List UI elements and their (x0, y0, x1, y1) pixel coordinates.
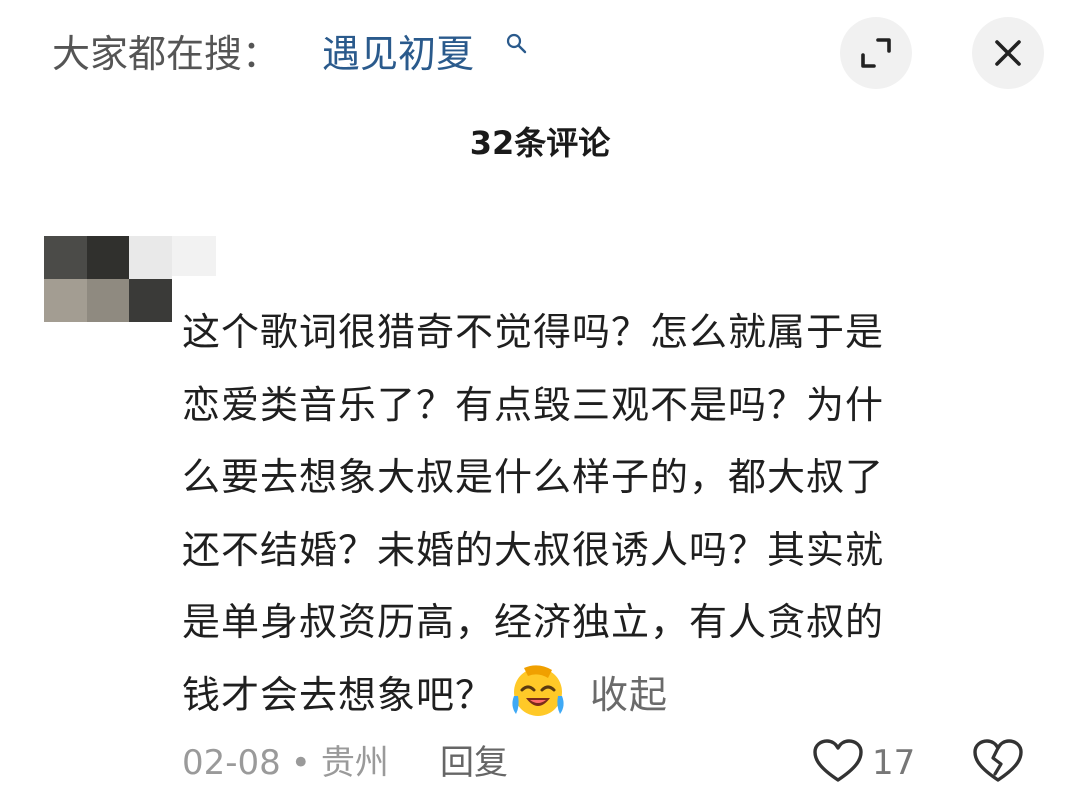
avatar[interactable] (44, 236, 172, 322)
username-blurred[interactable] (172, 236, 216, 276)
search-prefix-label: 大家都在搜： (52, 32, 281, 76)
comment-line: 钱才会去想象吧？ (182, 672, 495, 717)
comment-line: 恋爱类音乐了？有点毁三观不是吗？为什 (182, 382, 885, 427)
comment-line: 么要去想象大叔是什么样子的，都大叔了 (182, 455, 885, 499)
collapse-link[interactable]: 收起 (590, 673, 668, 717)
comment-line: 是单身叔资历高，经济独立，有人贪叔的 (182, 600, 885, 644)
laughing-crying-emoji-icon (512, 664, 564, 716)
comment-date: 02-08 (182, 743, 281, 783)
comment-line: 还不结婚？未婚的大叔很诱人吗？其实就 (182, 527, 885, 572)
like-count: 17 (872, 743, 916, 783)
comments-panel: 大家都在搜： 遇见初夏 32条评论 这个歌词很猎奇不觉得吗？怎么就属于是 恋爱类… (0, 0, 1080, 810)
comment-location: 贵州 (320, 743, 389, 783)
search-suggestion-link[interactable]: 遇见初夏 (322, 26, 474, 82)
broken-heart-icon[interactable] (972, 738, 1024, 784)
reply-button[interactable]: 回复 (440, 738, 508, 788)
meta-separator: • (290, 743, 311, 783)
search-icon[interactable] (505, 32, 529, 56)
close-button[interactable] (972, 17, 1044, 89)
heart-icon[interactable] (812, 738, 864, 784)
close-icon (995, 40, 1021, 66)
comment-line: 这个歌词很猎奇不觉得吗？怎么就属于是 (182, 310, 885, 354)
comment-count-title: 32条评论 (469, 124, 611, 162)
comment-body: 这个歌词很猎奇不觉得吗？怎么就属于是 恋爱类音乐了？有点毁三观不是吗？为什 么要… (182, 296, 1012, 731)
expand-icon (861, 38, 891, 68)
comment-meta: 02-08 • 贵州 (182, 738, 389, 788)
comment-last-line: 钱才会去想象吧？ 收起 (182, 659, 1012, 732)
expand-button[interactable] (840, 17, 912, 89)
